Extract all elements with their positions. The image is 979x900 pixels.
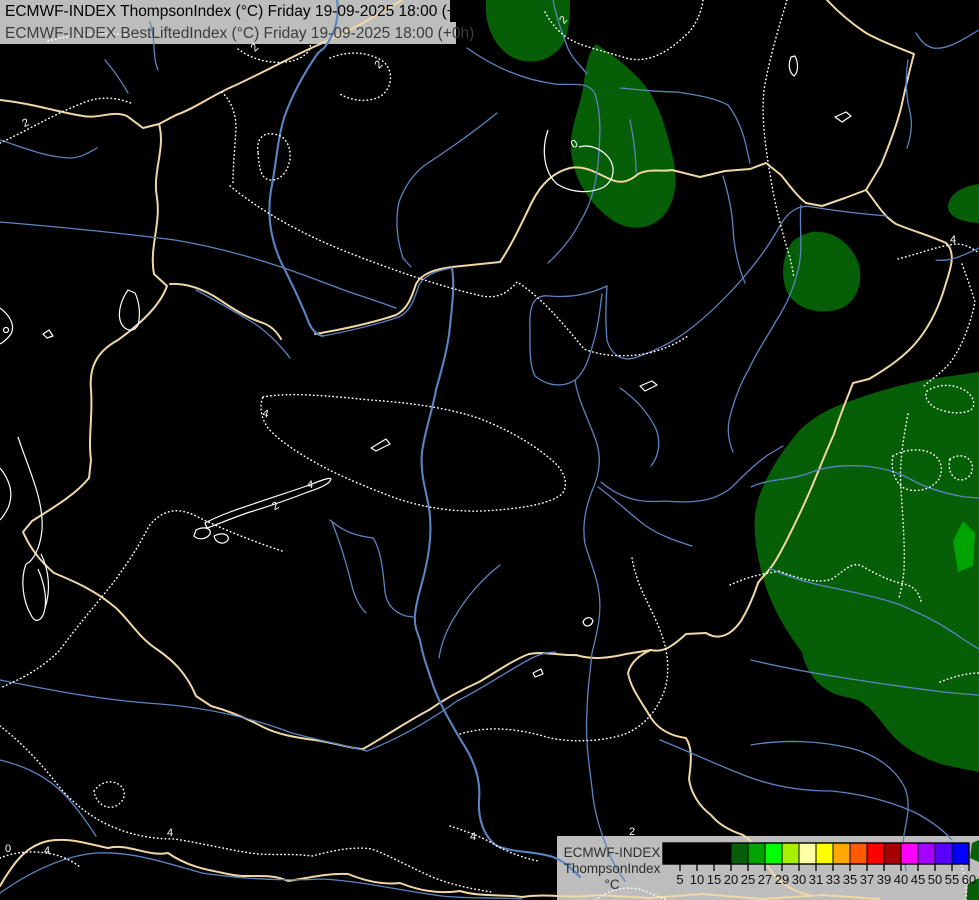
legend-unit: °C — [604, 877, 619, 892]
legend-tick-label: 35 — [843, 872, 857, 887]
legend-tick-label: 60 — [962, 872, 976, 887]
legend-tick-label: 45 — [911, 872, 925, 887]
map-canvas: 222244204 4 240 4 5 10 15 20 25 27 29 30 31 33 35 37 39… — [0, 0, 979, 900]
contour-value-label: 4 — [307, 479, 313, 491]
legend-tick-label: 55 — [945, 872, 959, 887]
contour-value-label: 4 — [950, 234, 956, 246]
legend-tick-label: 25 — [741, 872, 755, 887]
legend-title: ECMWF-INDEX — [564, 845, 661, 860]
legend-color-swatch — [832, 842, 851, 865]
legend-tick-label: 27 — [758, 872, 772, 887]
legend-color-swatch — [917, 842, 936, 865]
map-title-line1: ECMWF-INDEX ThompsonIndex (°C) Friday 19… — [5, 3, 478, 20]
legend-tick-label: 39 — [877, 872, 891, 887]
contour-value-label: 4 — [44, 845, 50, 857]
legend-tick-label: 37 — [860, 872, 874, 887]
legend-tick-label: 29 — [775, 872, 789, 887]
contour-value-label: 4 — [167, 827, 173, 839]
legend-tick-label: 10 — [690, 872, 704, 887]
weather-map-screenshot: 22224420442404 5 10 15 20 25 27 29 30 31 33 35 37 39… — [0, 0, 979, 900]
legend-color-swatch — [815, 842, 834, 865]
legend-color-swatch — [883, 842, 902, 865]
legend-color-swatch — [798, 842, 817, 865]
legend-color-swatch — [900, 842, 919, 865]
legend-tick-label: 30 — [792, 872, 806, 887]
legend-color-swatch — [730, 842, 749, 865]
legend-color-swatch — [934, 842, 953, 865]
legend-color-swatch — [713, 842, 732, 865]
legend-subtitle: ThompsonIndex — [564, 861, 661, 876]
legend-color-swatch — [866, 842, 885, 865]
legend-tick-label: 5 — [676, 872, 683, 887]
legend-color-swatch — [662, 842, 681, 865]
contour-value-label: 4 — [470, 831, 476, 843]
legend-color-swatch — [696, 842, 715, 865]
legend-color-swatch — [764, 842, 783, 865]
legend-tick-label: 33 — [826, 872, 840, 887]
legend-color-swatch — [781, 842, 800, 865]
legend-tick-label: 50 — [928, 872, 942, 887]
contour-value-label: 2 — [629, 826, 635, 838]
legend-color-swatch — [849, 842, 868, 865]
legend-color-swatch — [679, 842, 698, 865]
map-title-line2: ECMWF-INDEX BestLiftedIndex (°C) Friday … — [5, 25, 474, 42]
legend-color-swatch — [951, 842, 970, 865]
legend-tick-label: 15 — [707, 872, 721, 887]
legend-color-swatch — [747, 842, 766, 865]
contour-value-label: 0 — [5, 843, 11, 855]
legend-tick-label: 31 — [809, 872, 823, 887]
legend-tick-label: 40 — [894, 872, 908, 887]
legend-tick-label: 20 — [724, 872, 738, 887]
